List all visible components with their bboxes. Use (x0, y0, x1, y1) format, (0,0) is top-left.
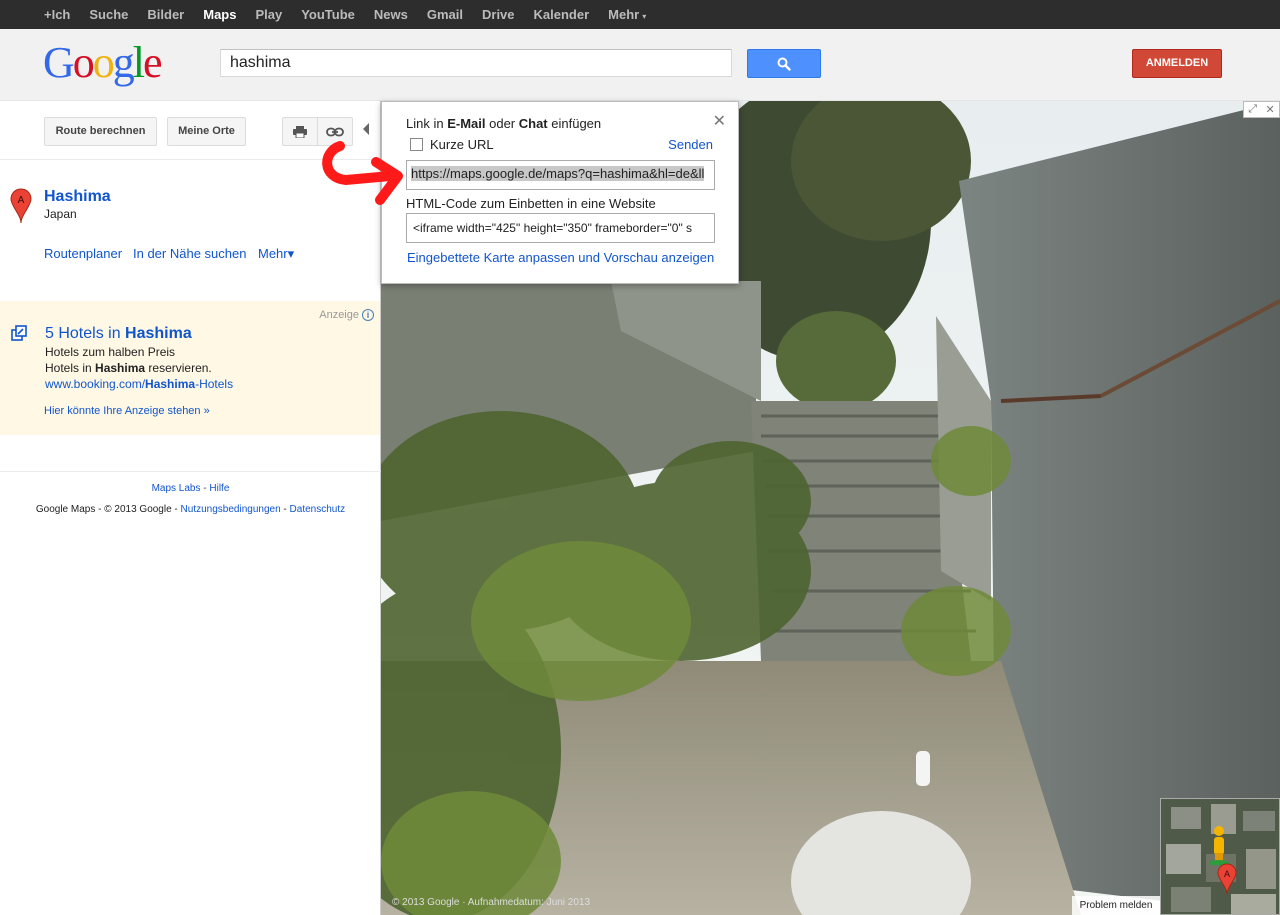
logo-letter: l (132, 38, 145, 87)
collapse-panel-arrow-icon[interactable] (363, 123, 369, 135)
info-icon[interactable]: i (362, 309, 374, 321)
street-view-controls: ⤢ ✕ (1243, 101, 1280, 118)
top-navigation-bar: +Ich Suche Bilder Maps Play YouTube News Gmail D… (0, 0, 1280, 29)
privacy-link[interactable]: Datenschutz (290, 504, 346, 515)
embed-label: HTML-Code zum Einbetten in eine Website (406, 196, 656, 211)
print-button[interactable] (282, 117, 318, 146)
footer-copyright: Google Maps - © 2013 Google - Nutzungsbe… (35, 504, 346, 515)
topnav-item-news[interactable]: News (367, 7, 415, 22)
marker-a-icon[interactable]: A (10, 188, 32, 224)
ad-line-1: Hotels zum halben Preis (45, 345, 176, 359)
header: Google hashima ANMELDEN (0, 29, 1280, 101)
route-button[interactable]: Route berechnen (44, 117, 157, 146)
chevron-down-icon: ▾ (642, 12, 647, 21)
search-input[interactable]: hashima (220, 49, 732, 77)
logo-letter: o (72, 38, 95, 87)
short-url-checkbox[interactable] (410, 138, 423, 151)
ad-title[interactable]: 5 Hotels in Hashima (45, 325, 192, 343)
svg-text:A: A (1224, 869, 1230, 879)
topnav-item-drive[interactable]: Drive (475, 7, 522, 22)
route-planner-link[interactable]: Routenplaner (44, 246, 122, 261)
url-field[interactable]: https://maps.google.de/maps?q=hashima&hl… (406, 160, 715, 190)
popup-title: Link in E-Mail oder Chat einfügen (406, 116, 602, 131)
ad-box: Anzeige i 5 Hotels in Hashima Hotels zum … (0, 301, 380, 435)
send-link[interactable]: Senden (668, 137, 713, 152)
signin-button[interactable]: ANMELDEN (1132, 49, 1222, 78)
customize-embed-link[interactable]: Eingebettete Karte anpassen und Vorschau… (407, 250, 714, 265)
terms-link[interactable]: Nutzungsbedingungen (181, 504, 281, 515)
red-arrow-annotation (322, 141, 403, 205)
nearby-search-link[interactable]: In der Nähe suchen (133, 246, 246, 261)
logo-letter: g (112, 38, 135, 87)
logo-letter: o (92, 38, 115, 87)
svg-text:A: A (18, 195, 25, 206)
expand-icon[interactable]: ⤢ (1248, 103, 1257, 116)
minimap-marker-icon: A (1217, 863, 1237, 895)
topnav-item-mehr[interactable]: Mehr ▾ (601, 7, 653, 22)
report-problem-button[interactable]: Problem melden (1072, 896, 1160, 915)
logo-letter: G (43, 38, 75, 87)
close-icon[interactable]: ✕ (1266, 103, 1275, 116)
link-popup: ✕ Link in E-Mail oder Chat einfügen Kurz… (381, 101, 739, 284)
result-subtitle: Japan (44, 207, 77, 221)
search-icon (777, 57, 791, 71)
more-link[interactable]: Mehr▾ (258, 246, 294, 262)
topnav-item-ich[interactable]: +Ich (37, 7, 77, 22)
topnav-item-youtube[interactable]: YouTube (294, 7, 362, 22)
footer-links: Maps Labs - Hilfe (151, 483, 230, 494)
close-icon[interactable]: ✕ (713, 111, 726, 131)
topnav-item-suche[interactable]: Suche (82, 7, 135, 22)
topnav-item-gmail[interactable]: Gmail (420, 7, 470, 22)
pegman-icon[interactable] (1207, 825, 1231, 865)
top-nav-list: +Ich Suche Bilder Maps Play YouTube News Gmail D… (0, 0, 1280, 29)
my-places-button[interactable]: Meine Orte (167, 117, 246, 146)
ad-line-2: Hotels in Hashima reservieren. (45, 361, 212, 375)
ad-more-link[interactable]: Hier könnte Ihre Anzeige stehen » (44, 405, 210, 417)
left-panel: Route berechnen Meine Orte A Hashima Jap… (0, 101, 381, 915)
divider (0, 471, 381, 472)
result-title[interactable]: Hashima (44, 188, 111, 206)
embed-code-field[interactable]: <iframe width="425" height="350" framebo… (406, 213, 715, 243)
short-url-label[interactable]: Kurze URL (430, 137, 494, 152)
link-icon (326, 127, 344, 137)
topnav-item-kalender[interactable]: Kalender (527, 7, 597, 22)
logo-letter: e (143, 38, 162, 87)
ad-label: Anzeige i (319, 309, 374, 321)
ad-url[interactable]: www.booking.com/Hashima-Hotels (45, 377, 233, 391)
topnav-item-play[interactable]: Play (248, 7, 289, 22)
print-icon (293, 126, 307, 139)
street-view-copyright: © 2013 Google · Aufnahmedatum: Juni 2013 (392, 897, 591, 908)
ad-link-icon (11, 325, 27, 341)
help-link[interactable]: Hilfe (209, 483, 229, 494)
topnav-item-bilder[interactable]: Bilder (140, 7, 191, 22)
google-logo[interactable]: Google (43, 38, 162, 87)
maps-labs-link[interactable]: Maps Labs (152, 483, 201, 494)
topnav-item-maps[interactable]: Maps (196, 7, 243, 22)
minimap[interactable]: A (1160, 798, 1280, 915)
search-button[interactable] (747, 49, 821, 78)
